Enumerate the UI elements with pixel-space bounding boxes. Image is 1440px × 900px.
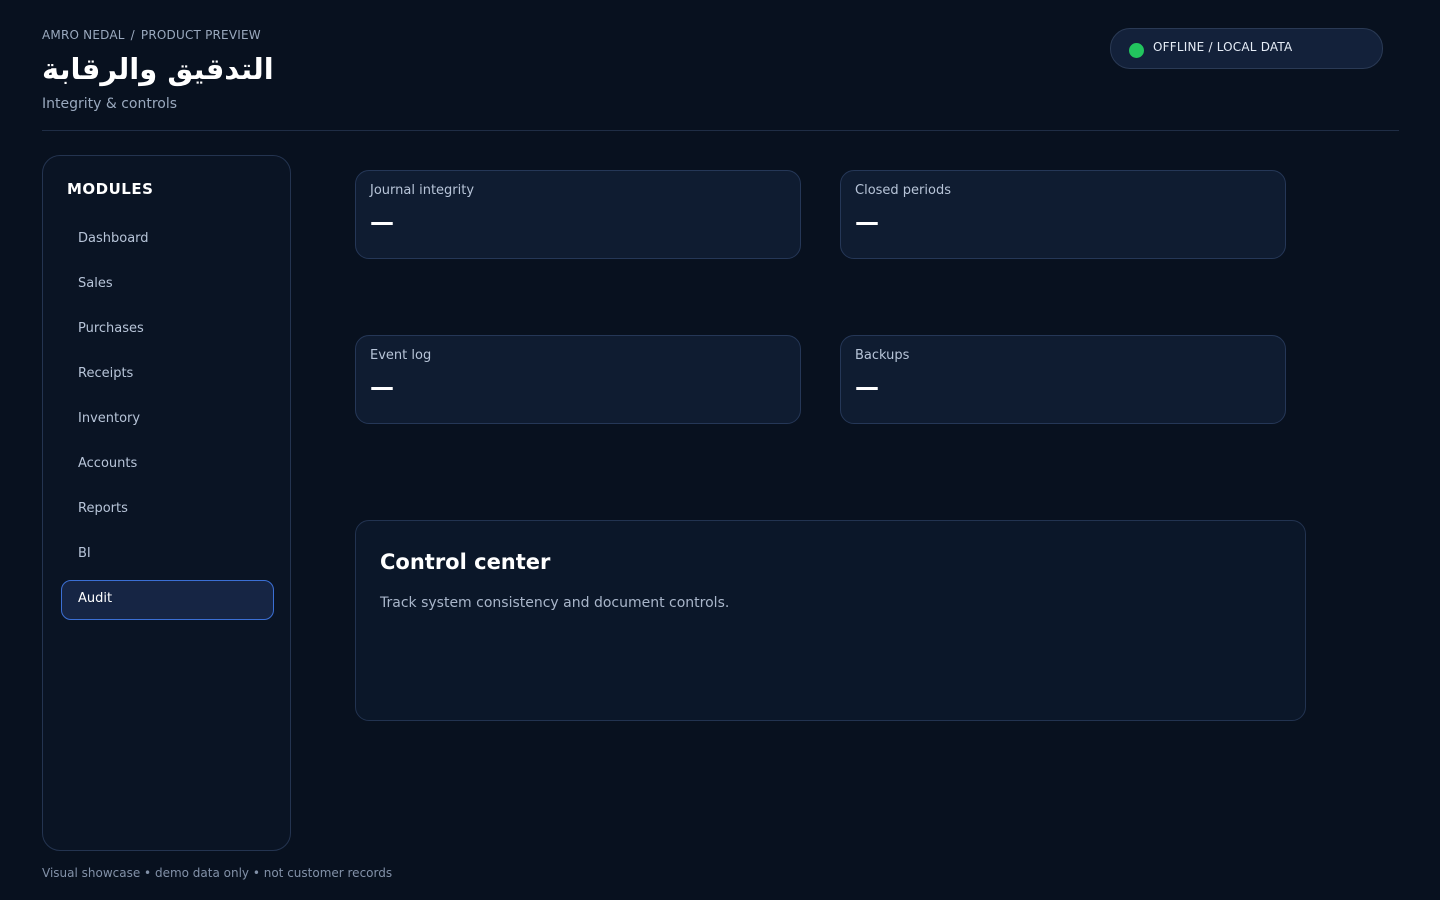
sidebar-title: MODULES xyxy=(67,180,154,198)
breadcrumb-separator: / xyxy=(130,28,135,42)
stat-label: Event log xyxy=(370,348,432,363)
status-dot-icon xyxy=(1129,42,1144,58)
breadcrumb: AMRO NEDAL / PRODUCT PREVIEW xyxy=(42,26,261,44)
stat-card-backups: Backups — xyxy=(840,335,1286,424)
sidebar-item-purchases[interactable]: Purchases xyxy=(61,308,274,348)
sidebar-item-audit[interactable]: Audit xyxy=(61,580,274,620)
sidebar-item-bi[interactable]: BI xyxy=(61,533,274,573)
status-badge: OFFLINE / LOCAL DATA xyxy=(1110,28,1383,69)
stat-value: — xyxy=(370,373,394,401)
stat-card-closed-periods: Closed periods — xyxy=(840,170,1286,259)
breadcrumb-current: PRODUCT PREVIEW xyxy=(140,28,261,42)
sidebar-item-dashboard[interactable]: Dashboard xyxy=(61,218,274,258)
stat-card-journal-integrity: Journal integrity — xyxy=(355,170,801,259)
sidebar-item-inventory[interactable]: Inventory xyxy=(61,398,274,438)
sidebar-item-accounts[interactable]: Accounts xyxy=(61,443,274,483)
control-center-panel: Control center Track system consistency … xyxy=(355,520,1306,721)
stat-label: Closed periods xyxy=(855,183,951,198)
status-label: OFFLINE / LOCAL DATA xyxy=(1153,40,1293,54)
stat-value: — xyxy=(855,208,879,236)
control-center-title: Control center xyxy=(380,550,551,574)
stat-card-event-log: Event log — xyxy=(355,335,801,424)
sidebar-item-reports[interactable]: Reports xyxy=(61,488,274,528)
app-page: AMRO NEDAL / PRODUCT PREVIEW التدقيق وال… xyxy=(0,0,1440,900)
page-subtitle: Integrity & controls xyxy=(42,96,178,112)
stat-label: Backups xyxy=(855,348,910,363)
stat-value: — xyxy=(370,208,394,236)
sidebar: MODULES Dashboard Sales Purchases Receip… xyxy=(42,155,291,851)
sidebar-item-receipts[interactable]: Receipts xyxy=(61,353,274,393)
stat-label: Journal integrity xyxy=(370,183,475,198)
page-title: التدقيق والرقابة xyxy=(42,52,274,86)
stat-value: — xyxy=(855,373,879,401)
sidebar-item-sales[interactable]: Sales xyxy=(61,263,274,303)
control-center-description: Track system consistency and document co… xyxy=(380,595,730,611)
breadcrumb-root[interactable]: AMRO NEDAL xyxy=(42,26,125,44)
header-divider xyxy=(42,130,1399,131)
footer-note: Visual showcase • demo data only • not c… xyxy=(42,866,393,880)
